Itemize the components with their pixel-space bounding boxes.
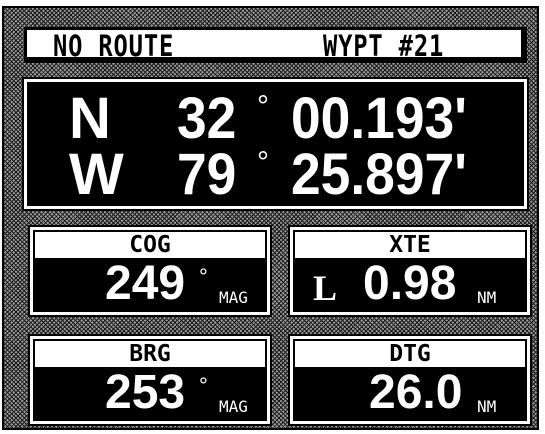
cog-degree-symbol: ° — [199, 264, 208, 289]
dtg-label: DTG — [295, 341, 525, 367]
brg-value: 253 — [105, 366, 186, 419]
cog-value: 249 — [105, 257, 186, 310]
xte-panel: XTE L 0.98 NM — [288, 225, 532, 317]
dtg-panel: DTG 26.0 NM — [288, 334, 532, 426]
xte-unit: NM — [477, 288, 497, 307]
latitude-row: N 32 ° 00.193' — [27, 90, 524, 148]
brg-degree-symbol: ° — [199, 373, 208, 398]
cog-unit: MAG — [219, 288, 248, 307]
latitude-degree-symbol: ° — [257, 90, 269, 123]
waypoint-label: WYPT #21 — [323, 29, 445, 63]
xte-value: 0.98 — [363, 257, 457, 310]
xte-direction: L — [313, 268, 338, 308]
longitude-degrees: 79 — [177, 142, 237, 207]
status-header: NO ROUTE WYPT #21 — [24, 27, 527, 63]
cog-label: COG — [35, 232, 265, 258]
cog-panel: COG 249 ° MAG — [28, 225, 272, 317]
brg-label: BRG — [35, 341, 265, 367]
brg-unit: MAG — [219, 397, 248, 416]
brg-panel: BRG 253 ° MAG — [28, 334, 272, 426]
longitude-hemisphere: W — [69, 142, 124, 207]
longitude-degree-symbol: ° — [257, 146, 269, 179]
route-status-label: NO ROUTE — [53, 29, 175, 63]
dtg-value: 26.0 — [369, 366, 463, 419]
latitude-degrees: 32 — [177, 86, 237, 151]
dtg-unit: NM — [477, 397, 497, 416]
position-readout: N 32 ° 00.193' W 79 ° 25.897' — [22, 77, 529, 211]
latitude-minutes: 00.193' — [291, 86, 467, 151]
longitude-row: W 79 ° 25.897' — [27, 146, 524, 204]
gps-display-screen: NO ROUTE WYPT #21 N 32 ° 00.193' W 79 ° … — [2, 6, 539, 430]
xte-label: XTE — [295, 232, 525, 258]
longitude-minutes: 25.897' — [291, 142, 467, 207]
latitude-hemisphere: N — [69, 86, 111, 151]
